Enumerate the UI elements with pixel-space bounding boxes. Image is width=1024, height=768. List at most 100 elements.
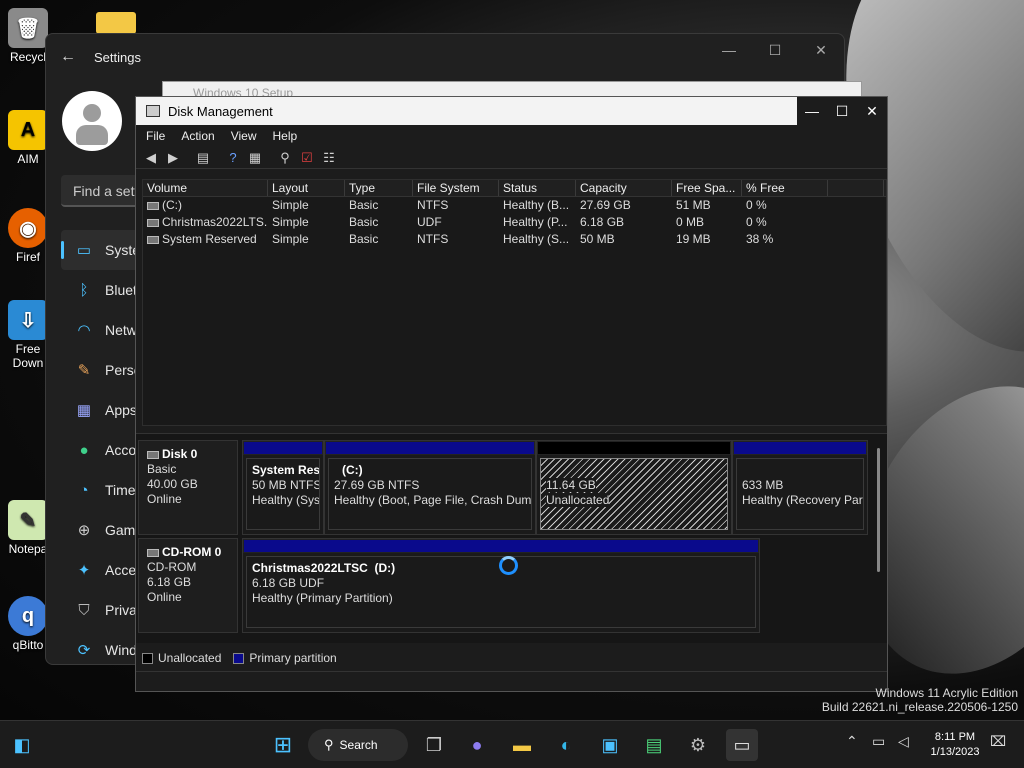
table-row[interactable]: System Reserved Simple Basic NTFS Health… [143,231,886,248]
connect-icon[interactable]: ⚲ [276,150,294,166]
volume-muted-icon[interactable]: ◁ [898,733,909,750]
forward-arrow-icon[interactable]: ▶ [164,150,182,166]
settings-window-controls: — ☐ ✕ [706,34,844,66]
partition-title: System Res [252,463,320,477]
taskbar: ◧ ⊞ ⚲ Search ❐ ● ▬ ◐ ▣ ▤ ⚙ ▭ ⌃ ▭ ◁ 8:11 … [0,720,1024,768]
shield-icon: ⛉ [78,601,90,619]
nav-item-label: Netw [105,322,137,338]
partition-size: 6.18 GB UDF [252,576,325,590]
cell: Simple [272,232,309,246]
maximize-icon[interactable]: ☐ [827,97,857,125]
partition-size: 633 MB [742,478,784,492]
nav-item-label: Acco [105,442,137,458]
properties-icon[interactable]: ▦ [246,150,264,166]
table-row[interactable]: Christmas2022LTS... Simple Basic UDF Hea… [143,214,886,231]
legend: Unallocated Primary partition [142,649,349,667]
cell: 50 MB [580,232,615,246]
folder-icon[interactable] [96,12,136,34]
menu-action[interactable]: Action [181,129,214,143]
chat-icon[interactable]: ● [461,729,493,761]
column-header[interactable]: File System [413,180,499,196]
column-header[interactable]: Type [345,180,413,196]
edge-icon[interactable]: ◐ [550,729,582,761]
cell: 0 % [746,198,767,212]
network-icon[interactable]: ▭ [872,733,885,750]
cell: Simple [272,198,309,212]
menu-help[interactable]: Help [273,129,298,143]
column-header[interactable]: Free Spa... [672,180,742,196]
close-icon[interactable]: ✕ [857,97,887,125]
settings-gear-icon[interactable]: ⚙ [682,729,714,761]
partition-c[interactable]: (C:) 27.69 GB NTFS Healthy (Boot, Page Fil… [324,440,536,535]
cell: UDF [417,215,442,229]
partition-title: (C:) [342,463,363,477]
store-icon[interactable]: ▣ [594,729,626,761]
help-icon[interactable]: ? [224,150,242,166]
column-header[interactable] [828,180,884,196]
minimize-icon[interactable]: — [706,34,752,66]
taskbar-search-button[interactable]: ⚲ Search [308,729,408,761]
nav-item-label: Bluet [105,282,137,298]
column-header[interactable]: % Free [742,180,828,196]
disk-0-label[interactable]: Disk 0 Basic 40.00 GB Online [138,440,238,535]
column-header[interactable]: Volume [143,180,268,196]
search-icon: ⚲ [324,737,334,752]
cell: Basic [349,198,379,212]
check-icon[interactable]: ☑ [298,150,316,166]
maximize-icon[interactable]: ☐ [752,34,798,66]
partition-status: Healthy (Primary Partition) [252,591,393,605]
table-row[interactable]: (C:) Simple Basic NTFS Healthy (B... 27.… [143,197,886,214]
console-tree-icon[interactable]: ▤ [194,150,212,166]
partition-unallocated[interactable]: 11.64 GB Unallocated [536,440,732,535]
back-arrow-icon[interactable]: ◀ [142,150,160,166]
column-header[interactable]: Layout [268,180,345,196]
notepad-icon: ✎ [8,500,48,540]
nav-item-label: Apps [105,402,137,418]
partition-recovery[interactable]: 633 MB Healthy (Recovery Part [732,440,868,535]
cd-drive-icon [147,548,159,557]
legend-label: Unallocated [158,651,222,665]
chevron-up-icon[interactable]: ⌃ [846,733,858,750]
status-bar [136,671,887,691]
menu-file[interactable]: File [146,129,165,143]
column-header[interactable]: Capacity [576,180,672,196]
dm-toolbar: ◀ ▶ ▤ ? ▦ ⚲ ☑ ☷ [136,147,887,169]
minimize-icon[interactable]: — [797,97,827,125]
avatar[interactable] [62,91,122,151]
dm-titlebar: Disk Management — ☐ ✕ [136,97,887,125]
apps-icon: ▦ [76,402,92,419]
graph-scrollbar[interactable] [877,448,880,572]
partition-d[interactable]: Christmas2022LTSC (D:) 6.18 GB UDF Healthy… [242,538,760,633]
accessibility-icon: ✦ [77,562,91,579]
cell: Healthy (B... [503,198,570,212]
cd-drive-icon [147,218,159,227]
dm-window-controls: — ☐ ✕ [797,97,887,125]
settings-list-icon[interactable]: ☷ [320,150,338,166]
start-icon[interactable]: ⊞ [267,729,299,761]
partition-size: 11.64 GB [546,478,596,492]
disk-state: Online [147,590,182,604]
taskbar-clock[interactable]: 8:11 PM 1/13/2023 [922,730,988,760]
disk-name: Disk 0 [162,447,198,461]
partition-title: Christmas2022LTSC (D:) [252,561,396,575]
partition-system-reserved[interactable]: System Res 50 MB NTFS Healthy (Sys [242,440,324,535]
setup-app-icon[interactable]: ▤ [638,729,670,761]
task-view-icon[interactable]: ❐ [418,729,450,761]
file-explorer-icon[interactable]: ▬ [506,729,538,761]
recycle-bin-icon: 🗑 [8,8,48,48]
back-arrow-icon[interactable]: ← [60,48,80,66]
disk-graph-pane: Disk 0 Basic 40.00 GB Online System Res 5… [136,433,887,643]
cell: 19 MB [676,232,711,246]
cell: (C:) [162,198,182,212]
menu-view[interactable]: View [231,129,257,143]
widgets-icon[interactable]: ◧ [6,729,38,761]
partition-status: Healthy (Sys [252,493,320,507]
cell: Christmas2022LTS... [162,215,268,229]
disk-name: CD-ROM 0 [162,545,222,559]
notification-icon[interactable]: ⌧ [990,733,1006,750]
cdrom-0-label[interactable]: CD-ROM 0 CD-ROM 6.18 GB Online [138,538,238,633]
partition-size: 50 MB NTFS [252,478,320,492]
close-icon[interactable]: ✕ [798,34,844,66]
column-header[interactable]: Status [499,180,576,196]
disk-management-taskbar-icon[interactable]: ▭ [726,729,758,761]
